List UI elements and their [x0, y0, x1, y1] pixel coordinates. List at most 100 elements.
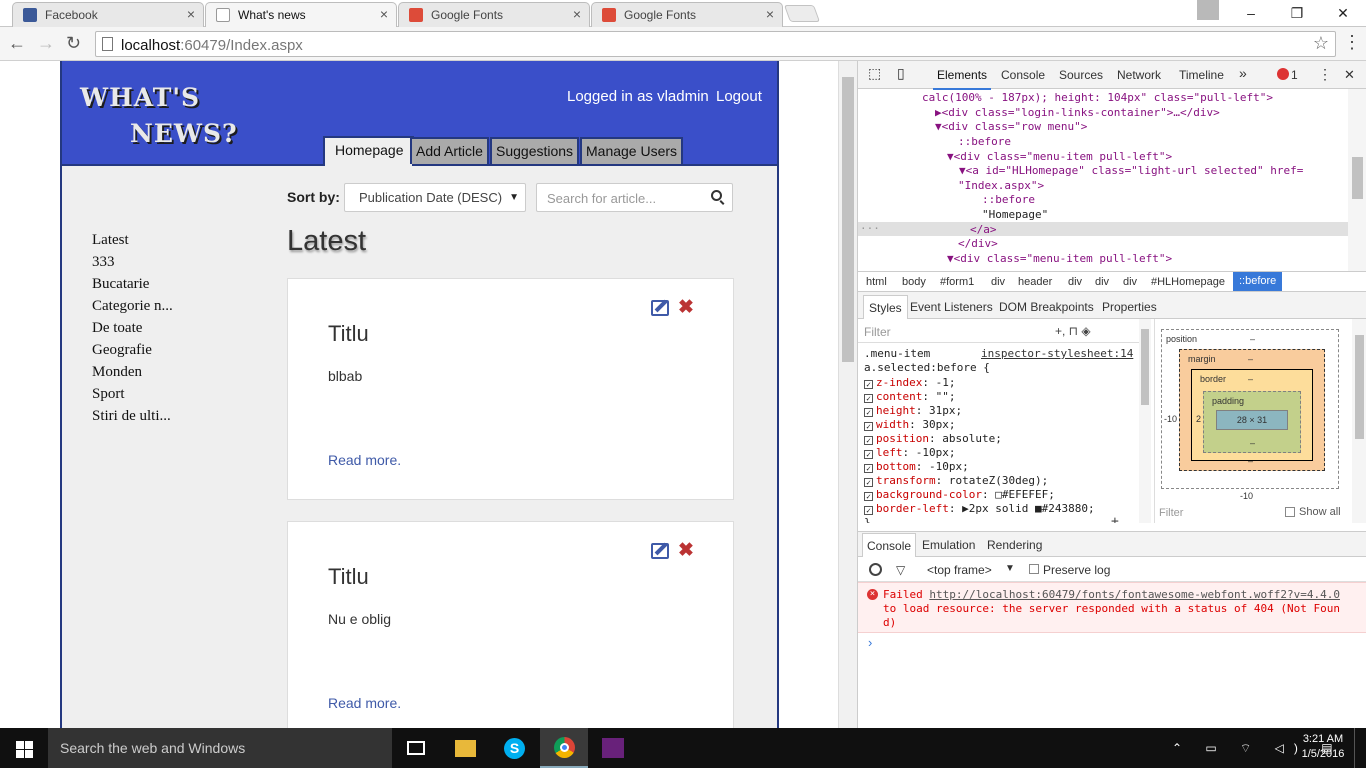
css-property[interactable]: ✓ background-color: □#EFEFEF; [864, 488, 1055, 502]
error-count[interactable]: 1 [1291, 68, 1298, 82]
dom-scrollbar[interactable] [1348, 89, 1366, 271]
breadcrumb-item[interactable]: #HLHomepage [1151, 276, 1225, 288]
tab-close-icon[interactable]: × [573, 6, 581, 22]
category-item[interactable]: Geografie [92, 339, 173, 361]
bookmark-star-icon[interactable]: ☆ [1313, 33, 1329, 54]
checkbox-icon[interactable]: ✓ [864, 394, 873, 403]
tab-close-icon[interactable]: × [766, 6, 774, 22]
breadcrumb-item[interactable]: body [902, 276, 926, 288]
drawer-tab-emulation[interactable]: Emulation [922, 538, 975, 552]
checkbox-icon[interactable]: ✓ [864, 478, 873, 487]
chrome-menu-button[interactable]: ⋮ [1343, 32, 1361, 53]
dom-line[interactable]: ▶<div class="login-links-container">…</d… [935, 106, 1220, 121]
checkbox-icon[interactable]: ✓ [864, 408, 873, 417]
read-more-link[interactable]: Read more. [328, 452, 401, 468]
dom-line[interactable]: </a> [970, 223, 997, 238]
dom-line[interactable]: "Index.aspx"> [958, 179, 1044, 194]
checkbox-icon[interactable]: ✓ [864, 450, 873, 459]
category-item[interactable]: Monden [92, 361, 173, 383]
breadcrumb-item[interactable]: header [1018, 276, 1052, 288]
dom-ellipsis[interactable]: ··· [860, 222, 880, 237]
devtools-tab-elements[interactable]: Elements [932, 68, 992, 90]
task-view-button[interactable] [392, 728, 440, 768]
profile-icon[interactable] [1197, 0, 1219, 20]
devtools-menu-icon[interactable]: ⋮ [1318, 66, 1332, 83]
devtools-tab-network[interactable]: Network [1117, 68, 1161, 82]
scrollbar-thumb[interactable] [1141, 329, 1149, 405]
site-logo-line2[interactable]: NEWS? [130, 119, 238, 148]
console-prompt[interactable]: › [868, 635, 872, 650]
device-mode-icon[interactable]: ▯ [897, 65, 905, 82]
properties-tab[interactable]: Properties [1102, 300, 1157, 314]
tab-facebook[interactable]: Facebook × [12, 2, 204, 27]
breadcrumb-item[interactable]: #form1 [940, 276, 974, 288]
logout-link[interactable]: Logout [716, 88, 762, 105]
maximize-button[interactable]: ❐ [1274, 0, 1320, 27]
style-tools-icons[interactable]: +, ⊓ ◈ [1055, 324, 1091, 338]
tab-close-icon[interactable]: × [380, 6, 388, 22]
event-listeners-tab[interactable]: Event Listeners [910, 300, 993, 314]
scrollbar-thumb[interactable] [1352, 157, 1363, 199]
css-property[interactable]: ✓ content: ""; [864, 390, 955, 404]
checkbox-icon[interactable]: ✓ [864, 422, 873, 431]
computed-scrollbar[interactable] [1352, 319, 1366, 523]
checkbox-icon[interactable]: ✓ [864, 380, 873, 389]
css-property[interactable]: ✓ z-index: -1; [864, 376, 955, 390]
close-window-button[interactable]: ✕ [1320, 0, 1366, 27]
breadcrumb-item[interactable]: div [991, 276, 1005, 288]
search-icon[interactable] [711, 190, 722, 201]
category-item[interactable]: Latest [92, 229, 173, 251]
minimize-button[interactable]: – [1228, 0, 1274, 27]
menu-tab-suggestions[interactable]: Suggestions [490, 137, 580, 164]
clock[interactable]: 3:21 AM 1/5/2016 [1298, 732, 1348, 762]
category-item[interactable]: Categorie n... [92, 295, 173, 317]
back-button[interactable]: ← [8, 33, 26, 53]
css-property[interactable]: ✓ transform: rotateZ(30deg); [864, 474, 1048, 488]
address-bar[interactable]: localhost:60479/Index.aspx ☆ [95, 31, 1336, 57]
dom-line[interactable]: ▼<div class="row menu"> [935, 120, 1087, 135]
checkbox-icon[interactable]: ✓ [864, 464, 873, 473]
rule-source-link[interactable]: inspector-stylesheet:14 [981, 347, 1133, 361]
tab-whats-news[interactable]: What's news × [205, 2, 397, 28]
taskbar-explorer[interactable] [441, 728, 489, 768]
page-info-icon[interactable] [102, 37, 113, 51]
computed-filter[interactable]: Filter [1159, 507, 1183, 519]
frame-select[interactable]: <top frame> [927, 563, 992, 577]
reload-button[interactable]: ↻ [66, 33, 81, 53]
error-url-link[interactable]: http://localhost:60479/fonts/fontawesome… [929, 588, 1340, 601]
rules-scrollbar[interactable] [1139, 319, 1151, 523]
breadcrumb-item-selected[interactable]: ::before [1233, 272, 1283, 291]
dom-line[interactable]: ▼<a id="HLHomepage" class="light-url sel… [959, 164, 1303, 179]
menu-tab-manage-users[interactable]: Manage Users [580, 137, 684, 164]
edit-icon[interactable] [651, 543, 669, 559]
devtools-tab-timeline[interactable]: Timeline [1179, 68, 1224, 82]
taskbar-search[interactable]: Search the web and Windows [48, 728, 392, 768]
css-property[interactable]: ✓ width: 30px; [864, 418, 956, 432]
clear-console-icon[interactable] [869, 563, 882, 576]
search-input[interactable]: Search for article... [536, 183, 733, 212]
dom-line[interactable]: "Homepage" [982, 208, 1048, 223]
dom-line[interactable]: ::before [958, 135, 1011, 150]
delete-icon[interactable]: ✖ [678, 539, 694, 562]
category-item[interactable]: Stiri de ulti... [92, 405, 173, 427]
read-more-link[interactable]: Read more. [328, 695, 401, 711]
scrollbar-thumb[interactable] [1355, 335, 1364, 439]
page-scrollbar[interactable] [838, 61, 857, 728]
more-tabs-icon[interactable]: » [1239, 65, 1247, 81]
css-property[interactable]: ✓ border-left: ▶2px solid ■#243880; [864, 502, 1095, 516]
breadcrumb-item[interactable]: div [1068, 276, 1082, 288]
scrollbar-thumb[interactable] [842, 77, 854, 362]
dom-line[interactable]: ::before [982, 193, 1035, 208]
edit-icon[interactable] [651, 300, 669, 316]
category-item[interactable]: Bucatarie [92, 273, 173, 295]
checkbox-icon[interactable]: ✓ [864, 506, 873, 515]
start-button[interactable] [0, 728, 48, 768]
show-all-checkbox[interactable] [1285, 507, 1295, 517]
dom-line[interactable]: </div> [958, 237, 998, 252]
close-devtools-icon[interactable]: ✕ [1344, 67, 1355, 83]
menu-tab-homepage[interactable]: Homepage [323, 136, 414, 166]
tab-google-fonts-2[interactable]: Google Fonts × [591, 2, 783, 27]
devtools-tab-sources[interactable]: Sources [1059, 68, 1103, 82]
styles-tab[interactable]: Styles [863, 295, 908, 319]
new-tab-button[interactable] [783, 5, 821, 22]
